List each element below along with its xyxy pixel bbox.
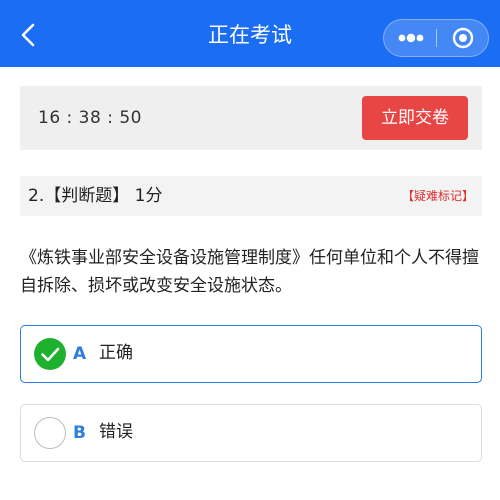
question-score: 1分 — [134, 186, 163, 206]
option-b-radio — [34, 417, 66, 449]
question-header: 2.【判断题】 1分 【疑难标记】 — [20, 176, 482, 216]
checkmark-icon — [41, 347, 60, 362]
timer-bar: 16 : 38 : 50 立即交卷 — [20, 86, 482, 150]
more-button[interactable] — [384, 20, 436, 56]
question-number: 2. — [28, 186, 45, 206]
question-info: 2.【判断题】 1分 — [28, 185, 162, 207]
submit-exam-button[interactable]: 立即交卷 — [362, 96, 468, 140]
option-a-letter: A — [73, 344, 87, 364]
more-dots-icon — [398, 33, 424, 43]
mini-program-capsule — [383, 19, 489, 57]
close-button[interactable] — [437, 20, 489, 56]
option-a[interactable]: A 正确 — [20, 325, 482, 383]
option-b-letter: B — [73, 423, 86, 443]
option-b-text: 错误 — [99, 422, 133, 442]
option-b[interactable]: B 错误 — [20, 404, 482, 462]
navigation-bar: 正在考试 — [0, 0, 500, 67]
countdown-timer: 16 : 38 : 50 — [38, 108, 142, 128]
option-a-radio — [34, 338, 66, 370]
question-text: 《炼铁事业部安全设备设施管理制度》任何单位和个人不得擅自拆除、损坏或改变安全设施… — [20, 248, 479, 296]
option-a-text: 正确 — [99, 343, 133, 363]
question-type: 【判断题】 — [44, 186, 130, 206]
mark-difficult-button[interactable]: 【疑难标记】 — [402, 188, 474, 204]
target-circle-icon — [452, 27, 474, 49]
